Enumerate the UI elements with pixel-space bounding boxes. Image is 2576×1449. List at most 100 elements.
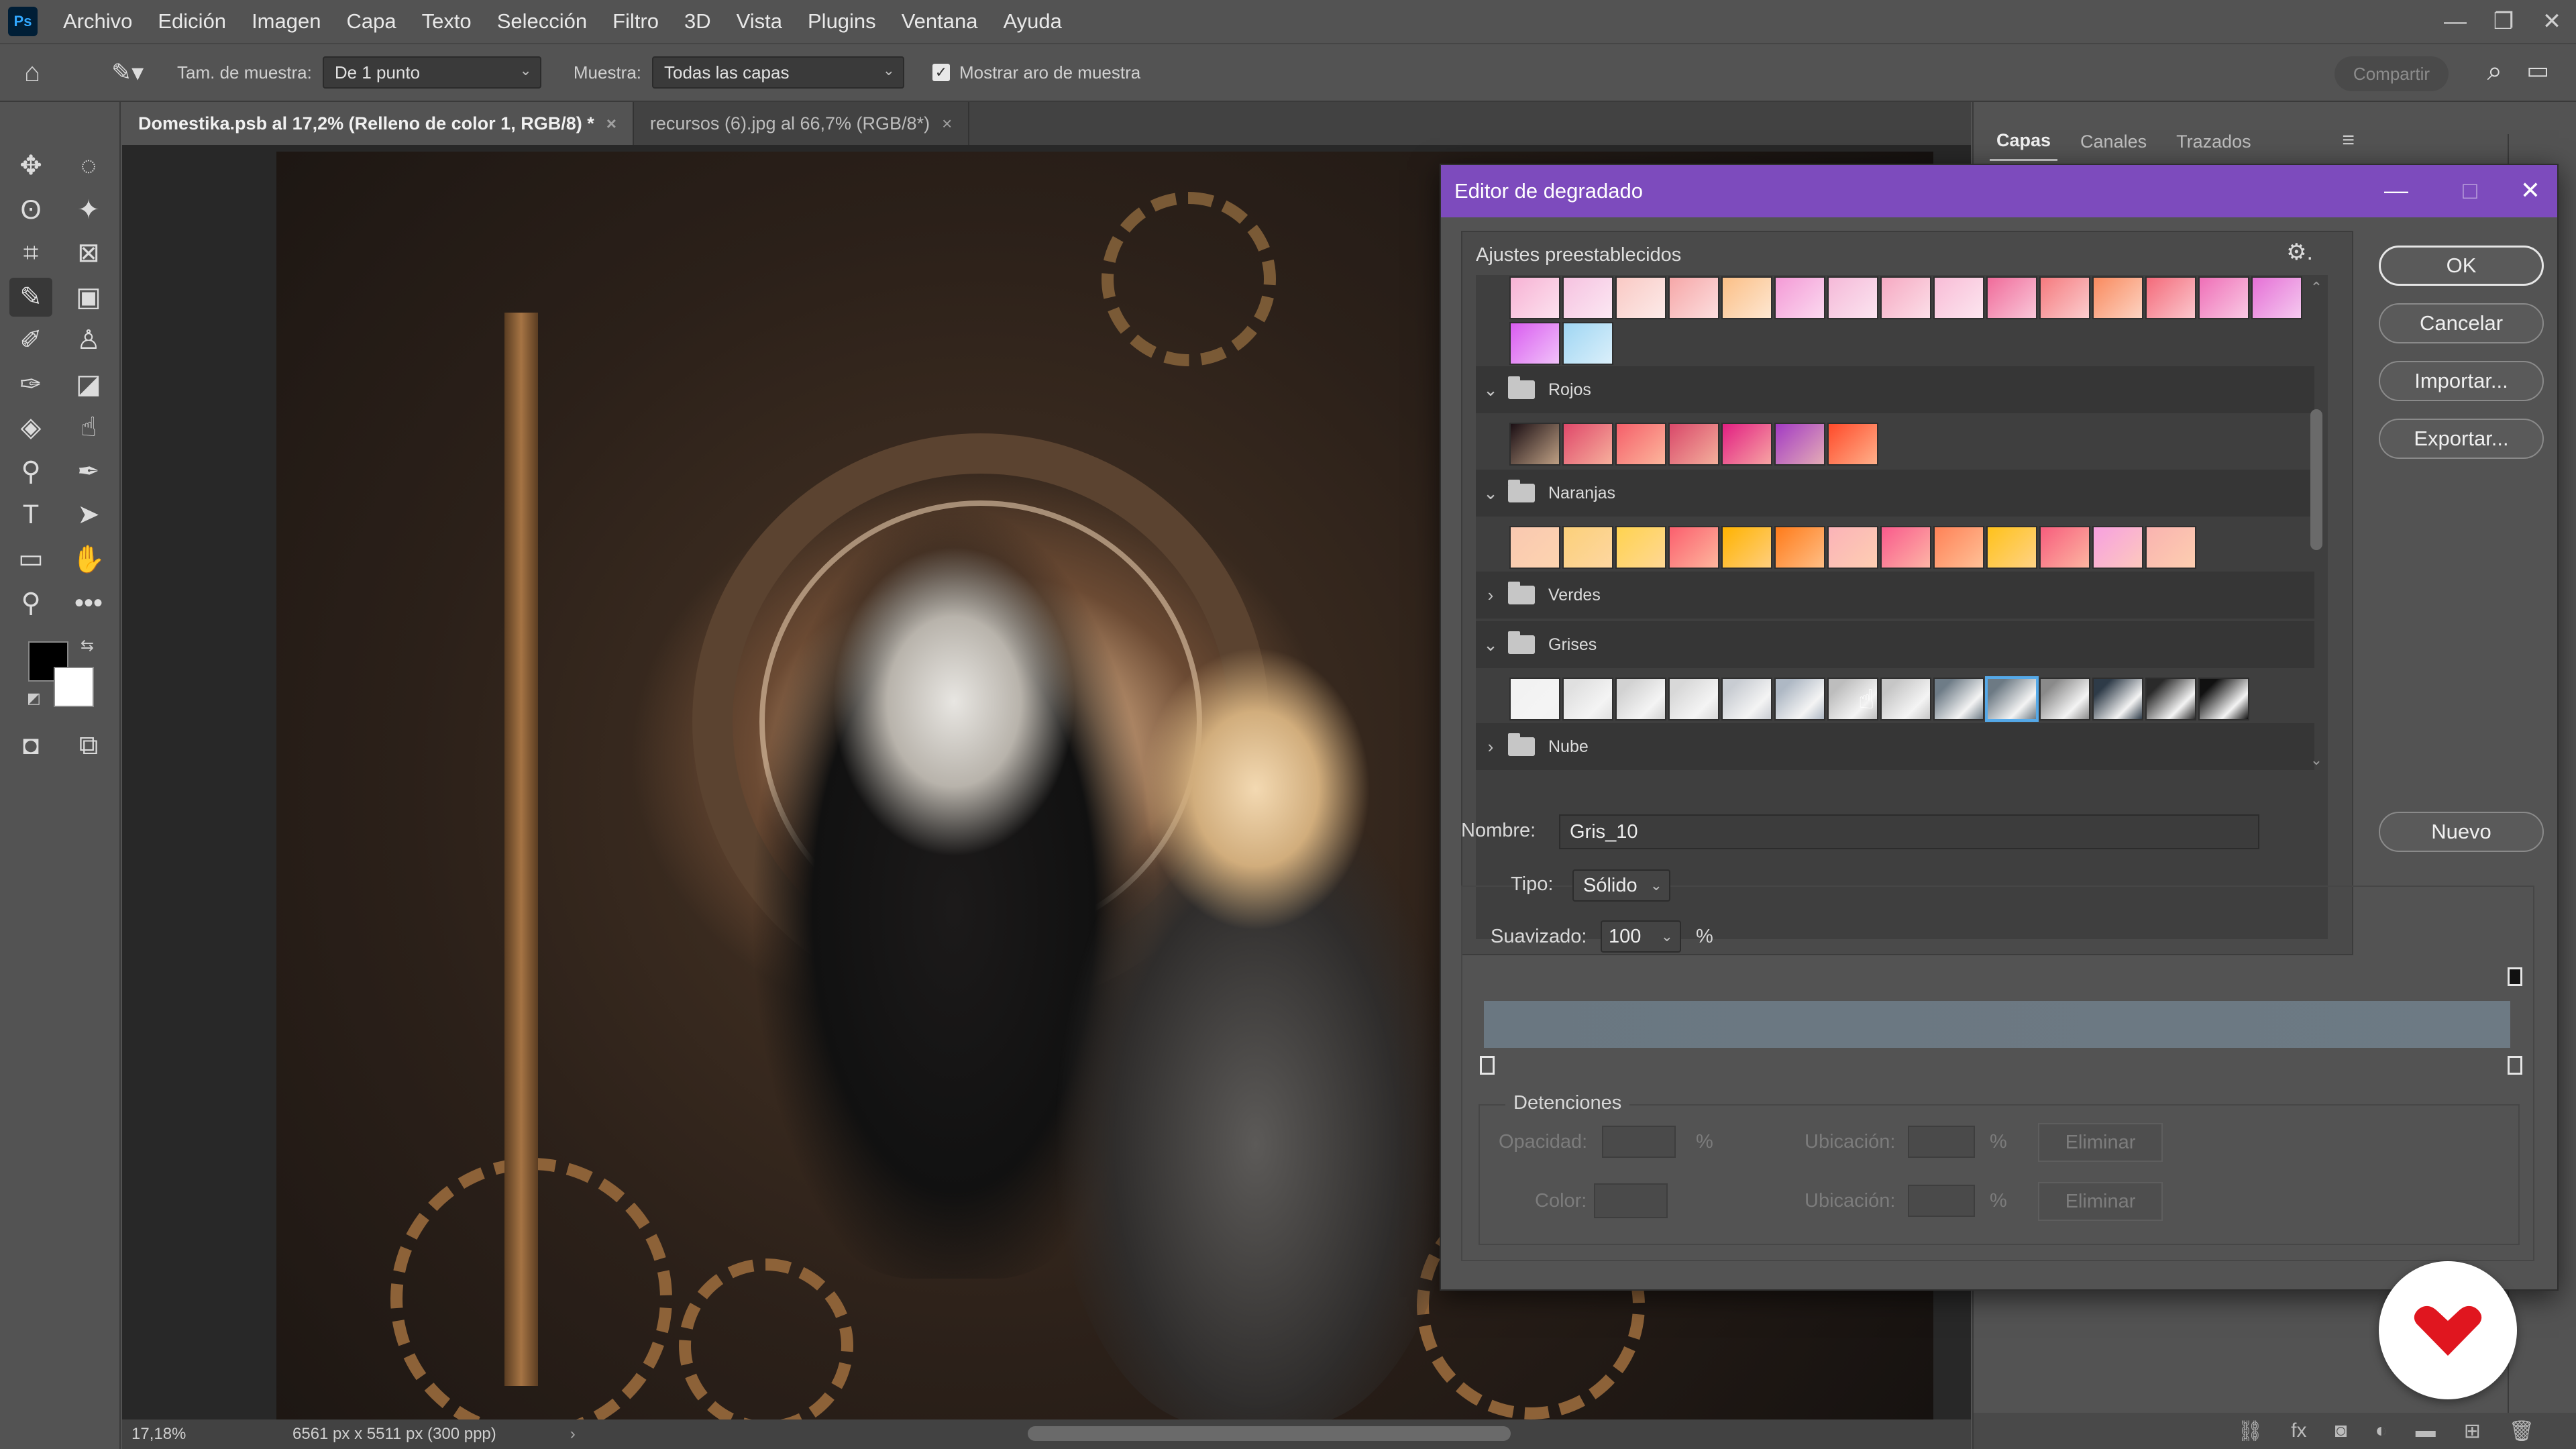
stamp-tool-icon[interactable]: ♙ bbox=[67, 321, 110, 360]
chevron-right-icon[interactable]: › bbox=[570, 1425, 576, 1444]
cancel-button[interactable]: Cancelar bbox=[2379, 303, 2544, 343]
minimize-icon[interactable]: — bbox=[2376, 170, 2416, 211]
folder-icon[interactable]: ▬ bbox=[2416, 1419, 2436, 1442]
menu-archivo[interactable]: Archivo bbox=[63, 9, 132, 34]
move-tool-icon[interactable]: ✥ bbox=[9, 146, 52, 185]
menu-3d[interactable]: 3D bbox=[684, 9, 711, 34]
tab-domestika[interactable]: Domestika.psb al 17,2% (Relleno de color… bbox=[122, 102, 634, 145]
more-tools-icon[interactable]: ••• bbox=[67, 584, 110, 623]
name-input[interactable]: Gris_10 bbox=[1559, 814, 2259, 849]
link-layers-icon[interactable]: ⛓ bbox=[2237, 1419, 2263, 1443]
gradient-preset-swatch[interactable] bbox=[1774, 423, 1825, 466]
ok-button[interactable]: OK bbox=[2379, 246, 2544, 286]
dialog-titlebar[interactable]: Editor de degradado — □ ✕ bbox=[1441, 165, 2557, 217]
gradient-preset-swatch[interactable] bbox=[1827, 526, 1878, 569]
menu-capa[interactable]: Capa bbox=[346, 9, 396, 34]
workspace-icon[interactable]: ▭ bbox=[2526, 56, 2549, 85]
gradient-preset-swatch[interactable] bbox=[2039, 276, 2090, 319]
close-icon[interactable]: ✕ bbox=[2510, 170, 2551, 211]
search-icon[interactable]: ⌕ bbox=[2487, 56, 2502, 87]
gradient-preset-swatch[interactable] bbox=[1774, 276, 1825, 319]
gradient-preset-swatch[interactable] bbox=[2092, 526, 2143, 569]
sample-select[interactable]: Todas las capas ⌄ bbox=[652, 56, 905, 89]
gradient-preset-swatch[interactable] bbox=[1827, 423, 1878, 466]
pen-tool-icon[interactable]: ✒ bbox=[67, 452, 110, 491]
menu-edicion[interactable]: Edición bbox=[158, 9, 226, 34]
gradient-preset-swatch[interactable] bbox=[2145, 526, 2196, 569]
type-select[interactable]: Sólido ⌄ bbox=[1572, 869, 1670, 902]
dodge-tool-icon[interactable]: ⚲ bbox=[9, 452, 52, 491]
zoom-tool-icon[interactable]: ⚲ bbox=[9, 584, 52, 623]
gradient-preset-swatch[interactable] bbox=[2092, 678, 2143, 720]
gradient-preset-swatch[interactable] bbox=[1880, 276, 1931, 319]
gradient-preset-swatch[interactable] bbox=[1721, 526, 1772, 569]
gradient-preset-swatch[interactable] bbox=[1509, 276, 1560, 319]
gradient-preset-swatch[interactable] bbox=[1668, 526, 1719, 569]
menu-ventana[interactable]: Ventana bbox=[902, 9, 978, 34]
gradient-preset-swatch[interactable] bbox=[1880, 678, 1931, 720]
gradient-preset-swatch[interactable] bbox=[1985, 676, 2039, 722]
group-grises[interactable]: ⌄ Grises bbox=[1476, 621, 2314, 668]
scroll-up-icon[interactable]: ⌃ bbox=[2309, 279, 2324, 297]
gradient-preset-swatch[interactable] bbox=[2145, 276, 2196, 319]
gradient-preset-swatch[interactable] bbox=[1721, 423, 1772, 466]
smudge-tool-icon[interactable]: ☝ bbox=[67, 408, 110, 447]
menu-imagen[interactable]: Imagen bbox=[252, 9, 321, 34]
rectangle-tool-icon[interactable]: ▭ bbox=[9, 539, 52, 578]
import-button[interactable]: Importar... bbox=[2379, 361, 2544, 401]
gradient-preset-swatch[interactable] bbox=[1615, 423, 1666, 466]
eyedropper-tool-icon[interactable]: ✎ bbox=[9, 278, 52, 317]
gradient-preset-swatch[interactable] bbox=[1933, 678, 1984, 720]
restore-window-icon[interactable]: ❐ bbox=[2479, 4, 2528, 39]
gradient-preset-swatch[interactable] bbox=[2039, 678, 2090, 720]
color-stop-left[interactable] bbox=[1480, 1056, 1495, 1075]
gradient-preset-swatch[interactable] bbox=[2251, 276, 2302, 319]
gradient-preset-swatch[interactable] bbox=[1615, 678, 1666, 720]
tab-capas[interactable]: Capas bbox=[1990, 122, 2058, 161]
gradient-preset-swatch[interactable] bbox=[2198, 678, 2249, 720]
gradient-preset-swatch[interactable] bbox=[1774, 678, 1825, 720]
gradient-preset-swatch[interactable] bbox=[1721, 276, 1772, 319]
tab-trazados[interactable]: Trazados bbox=[2169, 123, 2258, 160]
gear-icon[interactable]: ⚙. bbox=[2286, 239, 2313, 266]
share-button[interactable]: Compartir bbox=[2334, 56, 2449, 91]
sample-size-select[interactable]: De 1 punto ⌄ bbox=[322, 56, 541, 89]
gradient-preset-swatch[interactable] bbox=[1562, 276, 1613, 319]
brush-tool-icon[interactable]: ✐ bbox=[9, 321, 52, 360]
paint-bucket-tool-icon[interactable]: ◈ bbox=[9, 408, 52, 447]
eraser-tool-icon[interactable]: ◪ bbox=[67, 365, 110, 404]
tab-canales[interactable]: Canales bbox=[2074, 123, 2153, 160]
default-colors-icon[interactable]: ◩ bbox=[27, 690, 41, 707]
zoom-level[interactable]: 17,18% bbox=[131, 1425, 232, 1444]
gradient-preset-swatch[interactable] bbox=[2198, 276, 2249, 319]
close-window-icon[interactable]: ✕ bbox=[2528, 4, 2576, 39]
gradient-preset-swatch[interactable] bbox=[1509, 678, 1560, 720]
presets-scrollbar-thumb[interactable] bbox=[2310, 409, 2322, 550]
background-color-swatch[interactable] bbox=[54, 667, 94, 707]
gradient-preset-swatch[interactable] bbox=[1721, 678, 1772, 720]
gradient-preset-swatch[interactable] bbox=[1933, 276, 1984, 319]
new-button[interactable]: Nuevo bbox=[2379, 812, 2544, 852]
gradient-preset-swatch[interactable] bbox=[1668, 276, 1719, 319]
gradient-preset-swatch[interactable] bbox=[1986, 276, 2037, 319]
marquee-tool-icon[interactable]: ◌ bbox=[67, 146, 110, 185]
group-naranjas[interactable]: ⌄ Naranjas bbox=[1476, 470, 2314, 517]
gradient-preset-swatch[interactable] bbox=[1615, 276, 1666, 319]
gradient-preset-swatch[interactable] bbox=[1509, 526, 1560, 569]
patch-tool-icon[interactable]: ▣ bbox=[67, 278, 110, 317]
menu-ayuda[interactable]: Ayuda bbox=[1003, 9, 1061, 34]
gradient-preset-swatch[interactable] bbox=[1986, 526, 2037, 569]
mask-icon[interactable]: ◙ bbox=[2335, 1419, 2347, 1442]
gradient-preset-swatch[interactable] bbox=[1827, 276, 1878, 319]
gradient-preset-swatch[interactable] bbox=[1562, 423, 1613, 466]
group-rojos[interactable]: ⌄ Rojos bbox=[1476, 366, 2314, 413]
close-icon[interactable]: × bbox=[942, 113, 952, 134]
export-button[interactable]: Exportar... bbox=[2379, 419, 2544, 459]
gradient-preset-swatch[interactable] bbox=[1880, 526, 1931, 569]
home-icon[interactable]: ⌂ bbox=[24, 58, 71, 88]
screen-mode-icon[interactable]: ⧉ bbox=[67, 726, 110, 765]
tab-recursos[interactable]: recursos (6).jpg al 66,7% (RGB/8*) × bbox=[634, 102, 970, 145]
magic-wand-tool-icon[interactable]: ✦ bbox=[67, 191, 110, 229]
scroll-down-icon[interactable]: ⌄ bbox=[2309, 751, 2324, 769]
show-ring-checkbox[interactable]: ✓ bbox=[932, 64, 951, 81]
